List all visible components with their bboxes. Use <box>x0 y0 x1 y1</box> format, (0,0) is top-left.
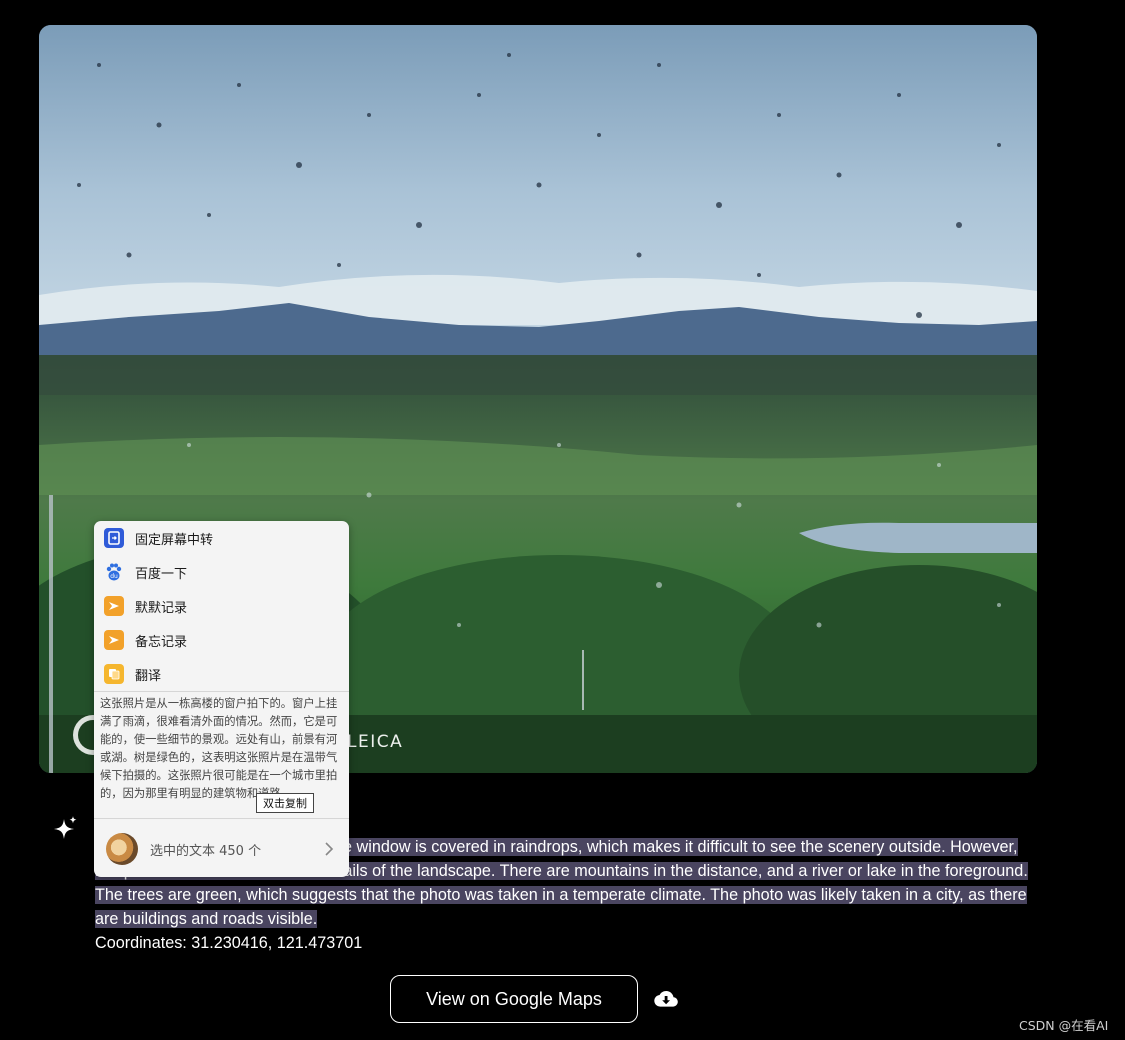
menu-item-label: 备忘记录 <box>135 634 188 650</box>
photo-watermark: LEICA <box>347 732 404 752</box>
avatar <box>106 833 138 865</box>
pin-transfer-icon <box>104 528 124 548</box>
menu-item-baidu[interactable]: du 百度一下 <box>94 555 349 589</box>
baidu-paw-icon: du <box>104 562 124 582</box>
memo-record-icon <box>104 630 124 650</box>
view-on-google-maps-button[interactable]: View on Google Maps <box>390 975 638 1023</box>
csdn-credit: CSDN @在看AI <box>1019 1018 1109 1033</box>
double-click-copy-tooltip: 双击复制 <box>256 793 314 813</box>
translate-icon <box>104 664 124 684</box>
menu-item-label: 默默记录 <box>135 600 188 616</box>
chevron-right-icon[interactable] <box>323 841 335 857</box>
menu-item-label: 翻译 <box>135 668 162 684</box>
selection-context-popup: 固定屏幕中转 du 百度一下 默默记录 备忘记录 翻译 这张照片是从一栋高楼的窗… <box>94 521 349 877</box>
menu-item-label: 百度一下 <box>135 566 188 582</box>
svg-text:du: du <box>110 573 118 580</box>
menu-item-memo-record[interactable]: 备忘记录 <box>94 623 349 657</box>
selection-summary-row[interactable]: 选中的文本 450 个 <box>94 821 349 877</box>
note-record-icon <box>104 596 124 616</box>
menu-item-translate[interactable]: 翻译 <box>94 657 349 691</box>
selected-character-count: 选中的文本 450 个 <box>150 843 262 859</box>
sparkle-icon <box>54 816 77 839</box>
menu-item-label: 固定屏幕中转 <box>135 532 214 548</box>
menu-item-pin-transfer[interactable]: 固定屏幕中转 <box>94 521 349 555</box>
cloud-download-icon[interactable] <box>653 989 679 1011</box>
menu-item-silent-record[interactable]: 默默记录 <box>94 589 349 623</box>
coordinates-text: Coordinates: 31.230416, 121.473701 <box>95 934 363 952</box>
